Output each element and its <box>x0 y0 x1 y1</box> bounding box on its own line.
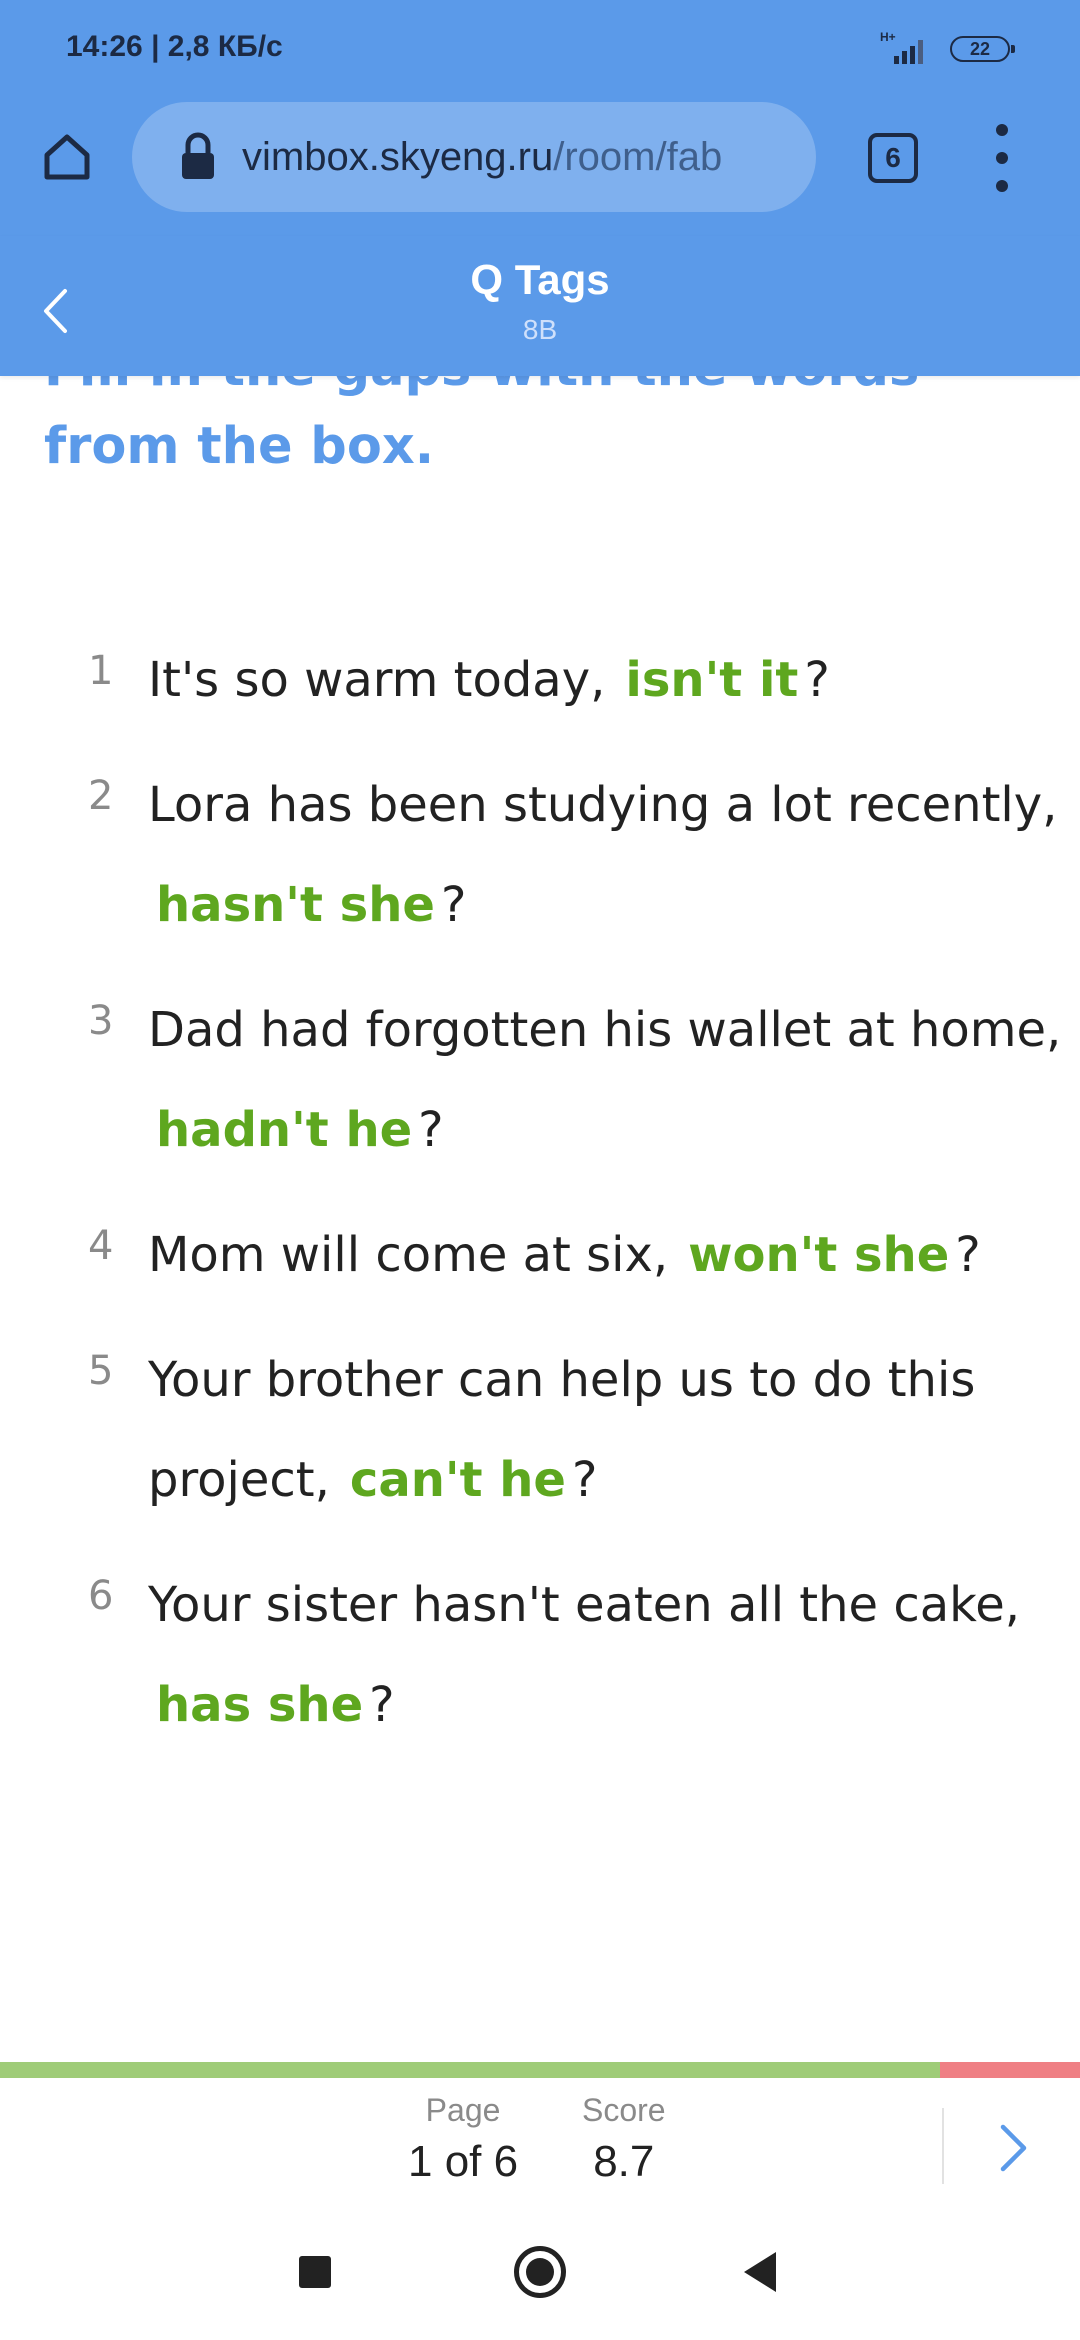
exercise-item: 4 Mom will come at six, won't she? <box>0 1205 1080 1305</box>
lesson-header: Q Tags 8B <box>0 236 1080 376</box>
exercise-item: 6 Your sister hasn't eaten all the cake,… <box>0 1555 1080 1755</box>
signal-icon <box>894 40 923 64</box>
battery-level: 22 <box>969 38 991 59</box>
url-host: vimbox.skyeng.ru <box>242 134 554 179</box>
recents-button[interactable] <box>299 2256 331 2288</box>
tab-count: 6 <box>885 142 901 173</box>
exercise-number: 1 <box>88 648 114 694</box>
exercise-item: 1 It's so warm today, isn't it? <box>0 630 1080 730</box>
exercise-line: Lora has been studying a lot recently, <box>148 755 1057 855</box>
lesson-title: Q Tags <box>470 256 610 303</box>
exercise-text: It's so warm today, <box>148 652 606 708</box>
answer-gap[interactable]: won't she <box>688 1227 949 1283</box>
exercise-line: It's so warm today, isn't it? <box>148 630 1048 730</box>
system-home-button[interactable] <box>514 2246 566 2298</box>
footer-divider <box>942 2108 944 2184</box>
answer-gap[interactable]: hasn't she <box>156 877 435 933</box>
exercise-text: project, <box>148 1452 330 1508</box>
status-time: 14:26 | 2,8 КБ/с <box>66 30 283 63</box>
more-vert-icon <box>996 124 1008 136</box>
exercise-text: Mom will come at six, <box>148 1227 669 1283</box>
answer-gap[interactable]: can't he <box>350 1452 566 1508</box>
answer-gap[interactable]: isn't it <box>625 652 798 708</box>
system-back-button[interactable] <box>742 2250 778 2294</box>
url-path: /room/fab <box>553 134 723 179</box>
page-label: Page <box>425 2092 501 2128</box>
exercise-number: 6 <box>88 1573 114 1619</box>
chevron-right-icon <box>1000 2124 1027 2172</box>
question-mark: ? <box>571 1452 598 1508</box>
answer-gap[interactable]: has she <box>156 1677 363 1733</box>
exercise-text: Your sister hasn't eaten all the cake, <box>148 1577 1020 1633</box>
exercise-line: project, can't he? <box>148 1430 1048 1530</box>
lock-icon <box>182 132 214 179</box>
instruction-text: Fill in the gaps with the words from the… <box>44 376 919 476</box>
exercise-line: Your brother can help us to do this <box>148 1330 1048 1430</box>
score-indicator: Score 8.7 <box>582 2092 666 2187</box>
exercise-number: 2 <box>88 773 114 819</box>
exercise-text: Lora has been studying a lot recently, <box>148 777 1058 833</box>
status-bar: 14:26 | 2,8 КБ/с H+ 22 <box>0 0 1080 100</box>
browser-menu-button[interactable] <box>980 124 1024 192</box>
page-indicator: Page 1 of 6 <box>408 2092 518 2187</box>
exercise-line: Dad had forgotten his wallet at home, <box>148 980 1061 1080</box>
battery-icon: 22 <box>950 36 1015 62</box>
next-page-button[interactable] <box>978 2108 1048 2188</box>
question-mark: ? <box>440 877 467 933</box>
pager-footer: Page 1 of 6 Score 8.7 <box>0 2078 1080 2214</box>
exercise-list: 1 It's so warm today, isn't it? 2 Lora ha… <box>0 630 1080 1780</box>
exercise-line: has she? <box>156 1655 1056 1755</box>
exercise-item: 2 Lora has been studying a lot recently,… <box>0 755 1080 955</box>
exercise-text: Dad had forgotten his wallet at home, <box>148 1002 1062 1058</box>
question-mark: ? <box>804 652 830 708</box>
exercise-text: Your brother can help us to do this <box>148 1352 976 1408</box>
exercise-number: 5 <box>88 1348 114 1394</box>
question-mark: ? <box>955 1227 981 1283</box>
exercise-line: hasn't she? <box>156 855 1056 955</box>
exercise-number: 3 <box>88 998 114 1044</box>
browser-chrome: 14:26 | 2,8 КБ/с H+ 22 vimbox.skyeng.ru/… <box>0 0 1080 236</box>
exercise-number: 4 <box>88 1223 114 1269</box>
exercise-line: Mom will come at six, won't she? <box>148 1205 1048 1305</box>
tab-switcher-button[interactable]: 6 <box>868 133 918 183</box>
answer-gap[interactable]: hadn't he <box>156 1102 412 1158</box>
progress-fill <box>0 2062 940 2078</box>
url-text: vimbox.skyeng.ru/room/fab <box>242 135 722 180</box>
lesson-subtitle: 8B <box>522 314 558 345</box>
page-value: 1 of 6 <box>408 2137 519 2186</box>
exercise-item: 3 Dad had forgotten his wallet at home, … <box>0 980 1080 1180</box>
score-value: 8.7 <box>593 2137 655 2186</box>
exercise-item: 5 Your brother can help us to do this pr… <box>0 1330 1080 1530</box>
question-mark: ? <box>369 1677 395 1733</box>
address-bar[interactable]: vimbox.skyeng.ru/room/fab <box>132 102 816 212</box>
question-mark: ? <box>418 1102 444 1158</box>
home-icon <box>44 134 90 180</box>
system-navigation-bar <box>0 2212 1080 2340</box>
score-label: Score <box>582 2092 666 2128</box>
exercise-line: hadn't he? <box>156 1080 1056 1180</box>
exercise-line: Your sister hasn't eaten all the cake, <box>148 1555 1048 1655</box>
browser-home-button[interactable] <box>34 124 100 190</box>
lesson-content[interactable]: Fill in the gaps with the words from the… <box>0 376 1080 2056</box>
progress-bar <box>0 2062 1080 2078</box>
